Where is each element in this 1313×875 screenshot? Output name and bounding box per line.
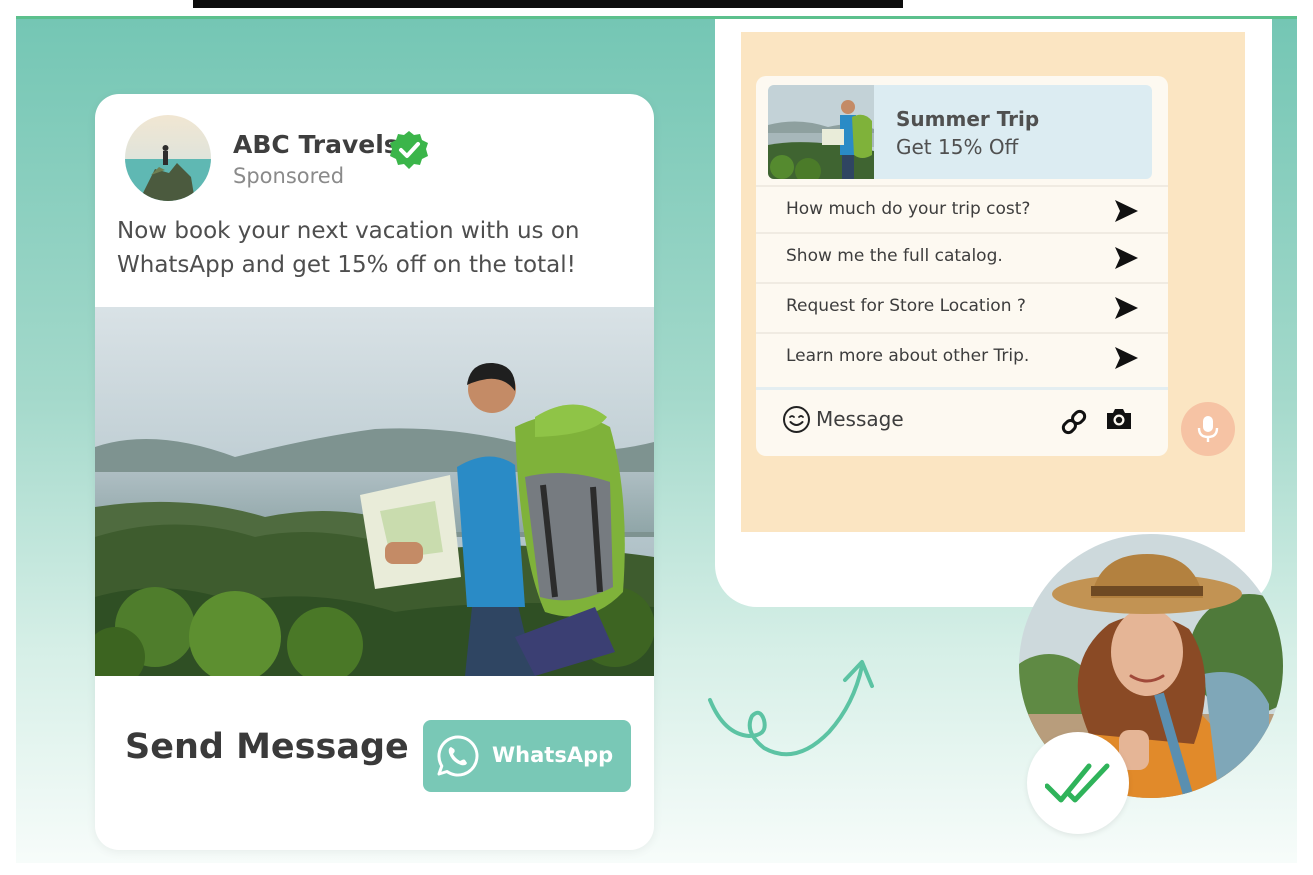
promo-title: Summer Trip (896, 107, 1040, 131)
quick-reply-label: Learn more about other Trip. (786, 346, 1030, 366)
send-message-label: Send Message (125, 727, 409, 767)
brand-name: ABC Travels (233, 130, 399, 159)
whatsapp-icon (437, 735, 479, 777)
promo-thumbnail (768, 85, 874, 179)
quick-reply-1[interactable]: How much do your trip cost? (756, 185, 1168, 234)
send-icon[interactable] (1112, 244, 1140, 272)
promo-card[interactable]: Summer Trip Get 15% Off (768, 85, 1152, 179)
promo-subtitle: Get 15% Off (896, 135, 1019, 159)
quick-reply-label: Request for Store Location ? (786, 296, 1026, 316)
read-receipt-badge (1027, 732, 1129, 834)
background-panel: ABC Travels Sponsored Now book your next… (16, 16, 1297, 863)
microphone-button[interactable] (1181, 402, 1235, 456)
send-icon[interactable] (1112, 344, 1140, 372)
hiker-photo (95, 307, 654, 676)
double-check-icon (1045, 763, 1110, 803)
ad-body-text: Now book your next vacation with us on W… (117, 218, 580, 278)
ad-card: ABC Travels Sponsored Now book your next… (95, 94, 654, 850)
accent-line (16, 16, 1297, 19)
top-strip (193, 0, 903, 8)
smiley-icon[interactable] (782, 405, 811, 434)
brand-avatar (125, 115, 211, 201)
send-icon[interactable] (1112, 197, 1140, 225)
whatsapp-button[interactable]: WhatsApp (423, 720, 631, 792)
whatsapp-button-label: WhatsApp (492, 743, 614, 767)
message-input[interactable] (816, 406, 1016, 432)
sponsored-label: Sponsored (233, 164, 345, 188)
quick-reply-label: Show me the full catalog. (786, 246, 1003, 266)
send-icon[interactable] (1112, 294, 1140, 322)
quick-reply-4[interactable]: Learn more about other Trip. (756, 332, 1168, 381)
quick-reply-label: How much do your trip cost? (786, 199, 1031, 219)
verified-badge-icon (390, 131, 428, 169)
camera-icon[interactable] (1104, 404, 1134, 434)
curly-arrow-doodle (708, 660, 874, 757)
phone-mockup: Summer Trip Get 15% Off How much do your… (715, 16, 1272, 607)
link-icon[interactable] (1060, 408, 1088, 436)
quick-reply-3[interactable]: Request for Store Location ? (756, 282, 1168, 331)
chat-message-panel: Summer Trip Get 15% Off How much do your… (756, 76, 1168, 456)
microphone-icon (1197, 416, 1219, 442)
compose-bar (756, 387, 1168, 456)
quick-reply-2[interactable]: Show me the full catalog. (756, 232, 1168, 281)
